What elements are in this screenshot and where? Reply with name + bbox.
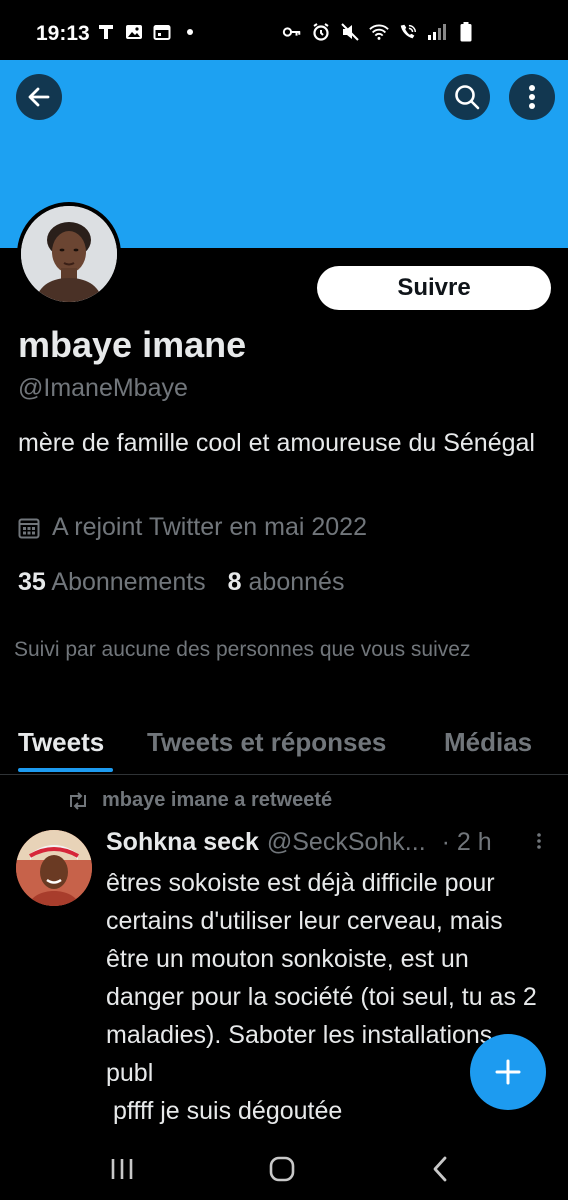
retweet-label: mbaye imane a retweeté — [102, 789, 333, 811]
arrow-left-icon — [28, 87, 50, 107]
wifi-call-icon — [398, 22, 418, 42]
tab-tweets[interactable]: Tweets — [18, 727, 104, 758]
more-options-button[interactable] — [509, 74, 555, 120]
tweet-author-handle[interactable]: @SeckSohk... — [267, 828, 426, 857]
plus-icon — [495, 1059, 521, 1085]
followers-label: abonnés — [248, 568, 345, 596]
system-nav-bar — [0, 1138, 568, 1200]
follow-button[interactable]: Suivre — [317, 266, 551, 310]
battery-icon — [456, 22, 476, 42]
following-count: 35 — [18, 568, 46, 596]
more-vertical-icon — [529, 85, 535, 109]
signal-icon — [427, 22, 447, 42]
joined-date: A rejoint Twitter en mai 2022 — [18, 513, 367, 542]
status-left-icons — [96, 22, 200, 42]
home-icon — [269, 1156, 295, 1182]
tweet-text-body: êtres sokoiste est déjà difficile pour c… — [106, 869, 537, 1087]
tweet-text-line2: pffff je suis dégoutée — [106, 1097, 343, 1125]
tweet-author-avatar[interactable] — [16, 830, 92, 906]
tweet-time: · 2 h — [441, 828, 492, 856]
followers-link[interactable]: 8 abonnés — [228, 568, 345, 597]
calendar-notification-icon — [152, 22, 172, 42]
joined-text: A rejoint Twitter en mai 2022 — [52, 513, 367, 541]
alarm-icon — [311, 22, 331, 42]
dot-icon — [180, 22, 200, 42]
profile-avatar[interactable] — [17, 202, 121, 306]
profile-name: mbaye imane — [18, 324, 247, 365]
recent-apps-button[interactable] — [102, 1152, 142, 1186]
profile-tabs: Tweets Tweets et réponses Médias — [0, 722, 568, 775]
followed-by-text: Suivi par aucune des personnes que vous … — [14, 638, 471, 661]
search-button[interactable] — [444, 74, 490, 120]
key-icon — [282, 22, 302, 42]
calendar-icon — [18, 518, 40, 538]
search-icon — [455, 85, 480, 110]
following-link[interactable]: 35 Abonnements — [18, 568, 206, 597]
follow-counts: 35 Abonnements 8 abonnés — [18, 568, 344, 597]
t-notification-icon — [96, 22, 116, 42]
followers-count: 8 — [227, 568, 242, 596]
retweet-indicator: mbaye imane a retweeté — [66, 789, 332, 812]
mute-icon — [340, 22, 360, 42]
back-icon — [433, 1156, 447, 1182]
profile-bio: mère de famille cool et amoureuse du Sén… — [18, 429, 535, 457]
tab-media[interactable]: Médias — [444, 727, 532, 758]
retweet-icon — [70, 791, 86, 810]
image-notification-icon — [124, 22, 144, 42]
wifi-icon — [369, 22, 389, 42]
following-label: Abonnements — [51, 568, 206, 596]
profile-handle: @ImaneMbaye — [18, 374, 188, 402]
recent-apps-icon — [111, 1159, 133, 1179]
tweet-more-button[interactable] — [535, 832, 543, 855]
status-bar: 19:13 — [0, 0, 568, 60]
tweet-author-name[interactable]: Sohkna seck — [106, 828, 259, 857]
avatar-photo — [21, 206, 117, 302]
more-vertical-icon — [537, 833, 541, 849]
tweet-header: Sohkna seck @SeckSohk... · 2 h — [106, 828, 492, 857]
active-tab-indicator — [18, 768, 113, 772]
system-back-button[interactable] — [420, 1152, 460, 1186]
back-button[interactable] — [16, 74, 62, 120]
compose-tweet-button[interactable] — [470, 1034, 546, 1110]
status-time: 19:13 — [36, 22, 90, 45]
status-right-icons — [282, 22, 476, 42]
home-button[interactable] — [262, 1152, 302, 1186]
tab-tweets-replies[interactable]: Tweets et réponses — [147, 727, 386, 758]
